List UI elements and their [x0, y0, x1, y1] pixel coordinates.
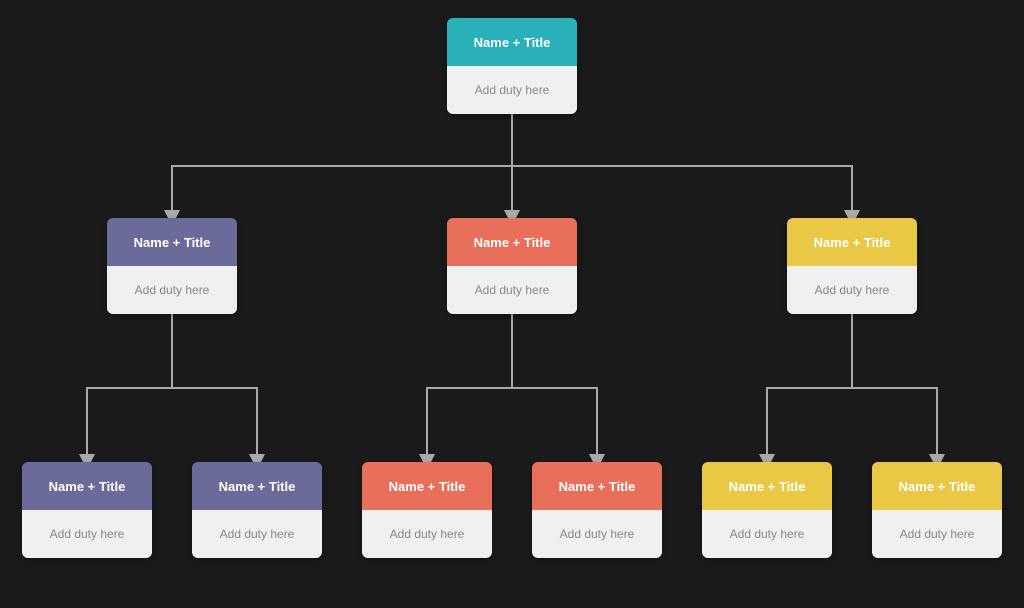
node-mid-center-duty: Add duty here: [475, 283, 550, 297]
node-root-body: Add duty here: [447, 66, 577, 114]
node-mid-left[interactable]: Name + Title Add duty here: [107, 218, 237, 314]
node-bot-cl-duty: Add duty here: [390, 527, 465, 541]
node-mid-right-header: Name + Title: [787, 218, 917, 266]
node-bot-cr[interactable]: Name + Title Add duty here: [532, 462, 662, 558]
node-bot-cr-label: Name + Title: [559, 479, 636, 494]
node-bot-ll-body: Add duty here: [22, 510, 152, 558]
node-bot-rl-header: Name + Title: [702, 462, 832, 510]
node-bot-rr-duty: Add duty here: [900, 527, 975, 541]
node-bot-cl-body: Add duty here: [362, 510, 492, 558]
node-bot-rr[interactable]: Name + Title Add duty here: [872, 462, 1002, 558]
node-bot-ll-duty: Add duty here: [50, 527, 125, 541]
node-mid-right-duty: Add duty here: [815, 283, 890, 297]
node-bot-cr-header: Name + Title: [532, 462, 662, 510]
node-bot-rl-body: Add duty here: [702, 510, 832, 558]
node-mid-left-label: Name + Title: [134, 235, 211, 250]
node-bot-cl-header: Name + Title: [362, 462, 492, 510]
node-bot-cl-label: Name + Title: [389, 479, 466, 494]
node-bot-lr[interactable]: Name + Title Add duty here: [192, 462, 322, 558]
node-bot-rl[interactable]: Name + Title Add duty here: [702, 462, 832, 558]
node-bot-cr-duty: Add duty here: [560, 527, 635, 541]
node-mid-left-body: Add duty here: [107, 266, 237, 314]
node-root-header: Name + Title: [447, 18, 577, 66]
node-mid-right[interactable]: Name + Title Add duty here: [787, 218, 917, 314]
node-bot-rr-label: Name + Title: [899, 479, 976, 494]
node-mid-left-header: Name + Title: [107, 218, 237, 266]
node-root-duty: Add duty here: [475, 83, 550, 97]
node-bot-ll-header: Name + Title: [22, 462, 152, 510]
node-bot-rr-header: Name + Title: [872, 462, 1002, 510]
node-root[interactable]: Name + Title Add duty here: [447, 18, 577, 114]
node-bot-rr-body: Add duty here: [872, 510, 1002, 558]
node-bot-lr-duty: Add duty here: [220, 527, 295, 541]
node-bot-rl-label: Name + Title: [729, 479, 806, 494]
node-bot-lr-header: Name + Title: [192, 462, 322, 510]
node-mid-center-label: Name + Title: [474, 235, 551, 250]
node-mid-center-header: Name + Title: [447, 218, 577, 266]
node-bot-ll-label: Name + Title: [49, 479, 126, 494]
node-mid-center-body: Add duty here: [447, 266, 577, 314]
node-mid-center[interactable]: Name + Title Add duty here: [447, 218, 577, 314]
node-bot-ll[interactable]: Name + Title Add duty here: [22, 462, 152, 558]
node-mid-left-duty: Add duty here: [135, 283, 210, 297]
node-bot-rl-duty: Add duty here: [730, 527, 805, 541]
node-bot-cl[interactable]: Name + Title Add duty here: [362, 462, 492, 558]
node-bot-lr-body: Add duty here: [192, 510, 322, 558]
node-bot-lr-label: Name + Title: [219, 479, 296, 494]
org-chart: Name + Title Add duty here Name + Title …: [0, 0, 1024, 608]
node-mid-right-body: Add duty here: [787, 266, 917, 314]
node-root-label: Name + Title: [474, 35, 551, 50]
node-bot-cr-body: Add duty here: [532, 510, 662, 558]
node-mid-right-label: Name + Title: [814, 235, 891, 250]
